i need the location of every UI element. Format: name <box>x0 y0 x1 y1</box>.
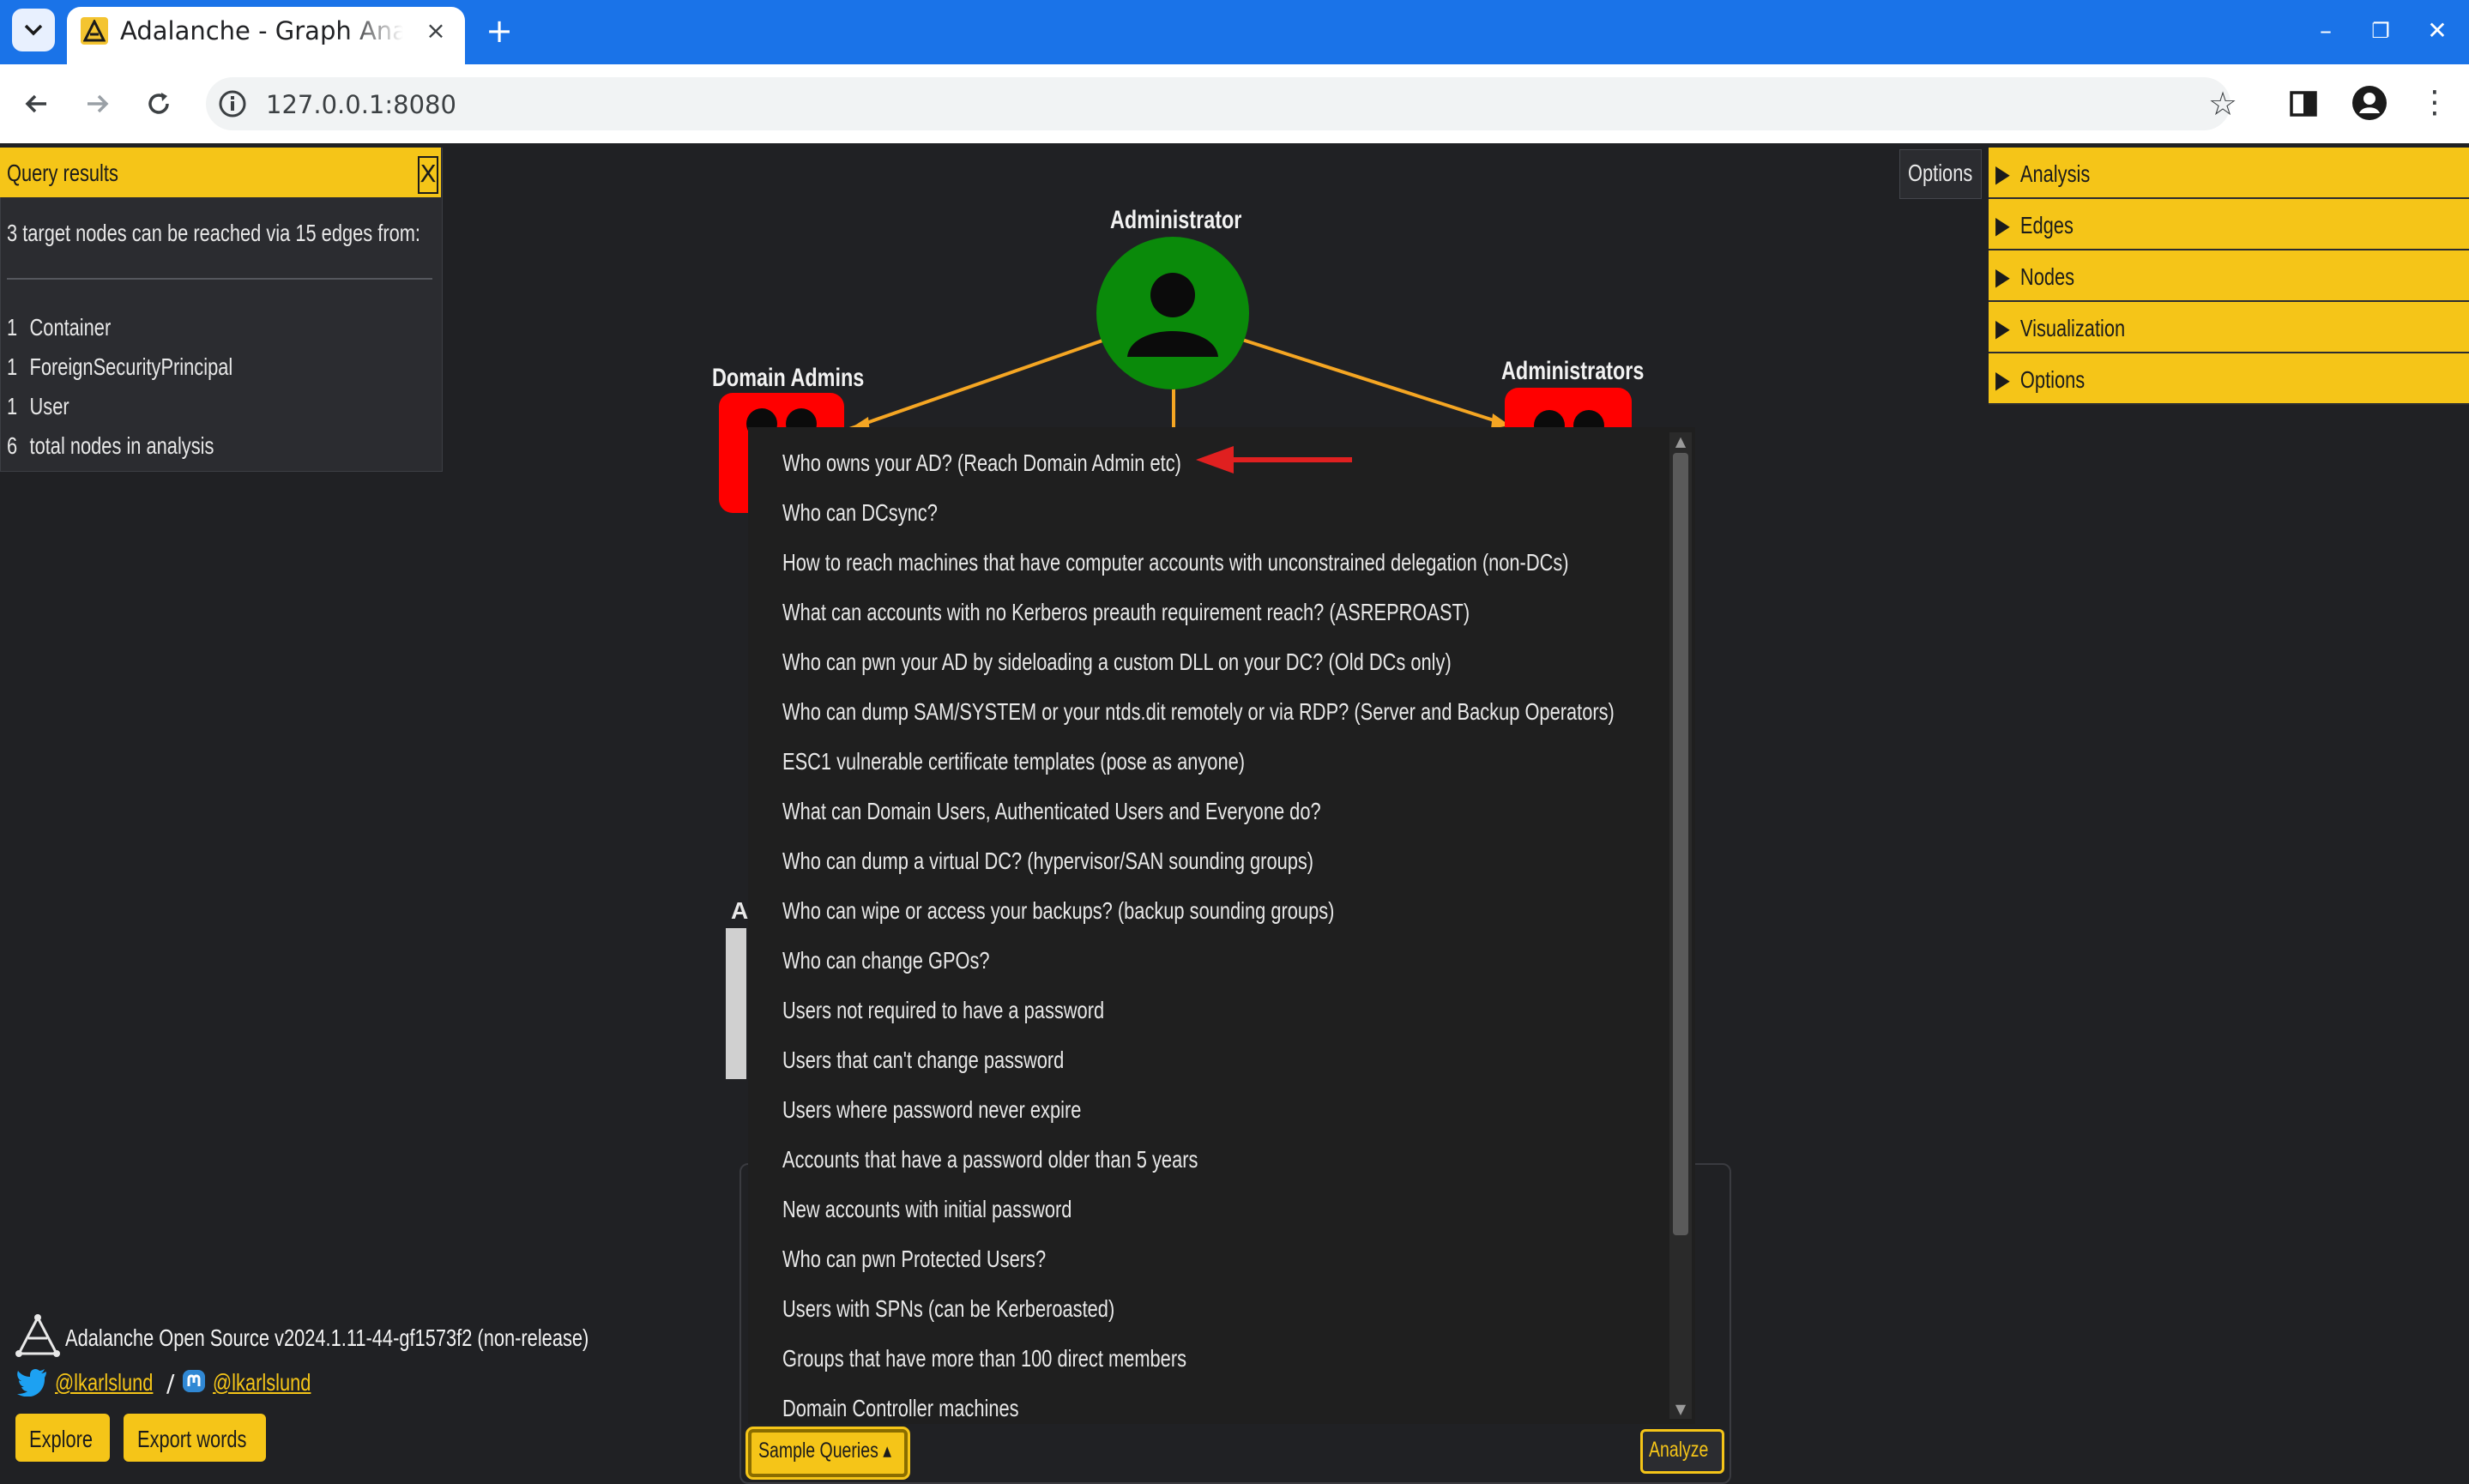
hidden-panel-letter: A <box>731 897 749 924</box>
sample-query-item[interactable]: Users that can't change password <box>782 1047 1064 1074</box>
scroll-up-icon[interactable]: ▲ <box>1673 434 1688 449</box>
sample-query-item[interactable]: What can accounts with no Kerberos preau… <box>782 599 1470 626</box>
twitter-icon[interactable] <box>15 1367 48 1397</box>
sample-query-item[interactable]: Accounts that have a password older than… <box>782 1146 1198 1173</box>
sample-query-item[interactable]: ESC1 vulnerable certificate templates (p… <box>782 748 1245 775</box>
administrators-node-label: Administrators <box>1501 357 1645 385</box>
close-window-button[interactable]: ✕ <box>2416 12 2459 50</box>
tab-search-button[interactable] <box>12 9 55 51</box>
user-icon <box>1127 273 1218 357</box>
sample-query-item[interactable]: What can Domain Users, Authenticated Use… <box>782 798 1321 825</box>
query-results-summary: 3 target nodes can be reached via 15 edg… <box>7 220 421 246</box>
annotation-arrow-icon <box>1196 446 1352 474</box>
new-tab-button[interactable]: + <box>482 12 516 50</box>
query-results-row[interactable]: 1 ForeignSecurityPrincipal <box>7 353 232 381</box>
reload-icon[interactable] <box>137 82 180 125</box>
analyze-button-label: Analyze <box>1649 1438 1709 1462</box>
query-results-close-button[interactable]: X <box>418 156 438 194</box>
bookmark-star-icon[interactable]: ☆ <box>2201 82 2244 125</box>
tab-close-icon[interactable]: × <box>420 15 451 46</box>
administrator-node[interactable] <box>1096 237 1249 389</box>
link-separator: / <box>166 1369 175 1397</box>
minimize-button[interactable]: – <box>2304 12 2347 50</box>
sample-queries-button-label: Sample Queries ▴ <box>758 1439 892 1463</box>
sample-queries-dropdown <box>748 427 1695 1424</box>
sample-query-item[interactable]: Users not required to have a password <box>782 997 1104 1024</box>
mastodon-icon[interactable] <box>182 1369 206 1395</box>
mastodon-link[interactable]: @lkarlslund <box>213 1369 311 1397</box>
accordion-visualization-label: ▶ Visualization <box>1995 315 2126 341</box>
accordion-edges-label: ▶ Edges <box>1995 212 2074 238</box>
sample-query-item[interactable]: Who can DCsync? <box>782 499 938 527</box>
sample-query-item[interactable]: Who can dump SAM/SYSTEM or your ntds.dit… <box>782 698 1615 726</box>
twitter-link[interactable]: @lkarlslund <box>55 1369 153 1397</box>
sample-query-item[interactable]: Users where password never expire <box>782 1096 1081 1124</box>
site-info-icon[interactable] <box>216 87 249 120</box>
query-results-title: Query results <box>7 160 118 186</box>
explore-button-label: Explore <box>29 1426 94 1452</box>
sample-query-item[interactable]: Who can change GPOs? <box>782 947 990 974</box>
side-panel-icon[interactable] <box>2289 89 2318 118</box>
accordion-analysis-label: ▶ Analysis <box>1995 160 2091 187</box>
sample-query-item[interactable]: Who can wipe or access your backups? (ba… <box>782 897 1334 925</box>
divider <box>7 278 432 280</box>
options-button-label: Options <box>1908 160 1973 186</box>
administrator-node-label: Administrator <box>1110 206 1242 234</box>
url-text[interactable]: 127.0.0.1:8080 <box>266 87 456 122</box>
query-results-row[interactable]: 1 User <box>7 393 69 420</box>
domain-admins-node-label: Domain Admins <box>712 364 865 392</box>
sample-query-item[interactable]: How to reach machines that have computer… <box>782 549 1569 576</box>
sample-query-item[interactable]: New accounts with initial password <box>782 1196 1072 1223</box>
tab-title: Adalanche - Graph Analytics <box>120 16 403 45</box>
query-results-row[interactable]: 1 Container <box>7 314 111 341</box>
hidden-panel-edge <box>726 928 746 1079</box>
chevron-down-icon <box>24 24 43 36</box>
adalanche-favicon-icon <box>81 17 108 45</box>
edge-administrator-administrators <box>1241 338 1511 427</box>
edge-administrator-domain-admins <box>848 338 1106 431</box>
forward-icon[interactable] <box>75 82 118 125</box>
sample-query-item[interactable]: Who can pwn Protected Users? <box>782 1246 1046 1273</box>
profile-avatar-icon[interactable] <box>2351 84 2388 122</box>
query-results-row: 6 total nodes in analysis <box>7 432 214 459</box>
accordion-nodes-label: ▶ Nodes <box>1995 263 2075 290</box>
export-words-button-label: Export words <box>137 1426 247 1452</box>
sample-query-item[interactable]: Groups that have more than 100 direct me… <box>782 1345 1186 1372</box>
sample-query-item[interactable]: Who can dump a virtual DC? (hypervisor/S… <box>782 848 1313 875</box>
scroll-down-icon[interactable]: ▼ <box>1673 1402 1688 1417</box>
restore-button[interactable]: ❐ <box>2359 12 2402 50</box>
sample-query-item[interactable]: Domain Controller machines <box>782 1395 1019 1422</box>
sample-query-item[interactable]: Who can pwn your AD by sideloading a cus… <box>782 648 1452 676</box>
accordion-options-label: ▶ Options <box>1995 366 2086 393</box>
browser-menu-icon[interactable]: ⋮ <box>2419 84 2450 122</box>
back-icon[interactable] <box>15 82 58 125</box>
sample-query-item[interactable]: Who owns your AD? (Reach Domain Admin et… <box>782 449 1181 477</box>
version-text: Adalanche Open Source v2024.1.11-44-gf15… <box>65 1324 589 1351</box>
sample-query-item[interactable]: Users with SPNs (can be Kerberoasted) <box>782 1295 1114 1323</box>
adalanche-logo-icon <box>15 1314 60 1357</box>
address-bar[interactable] <box>206 77 2231 130</box>
dropdown-scrollbar-thumb[interactable] <box>1673 453 1688 1235</box>
